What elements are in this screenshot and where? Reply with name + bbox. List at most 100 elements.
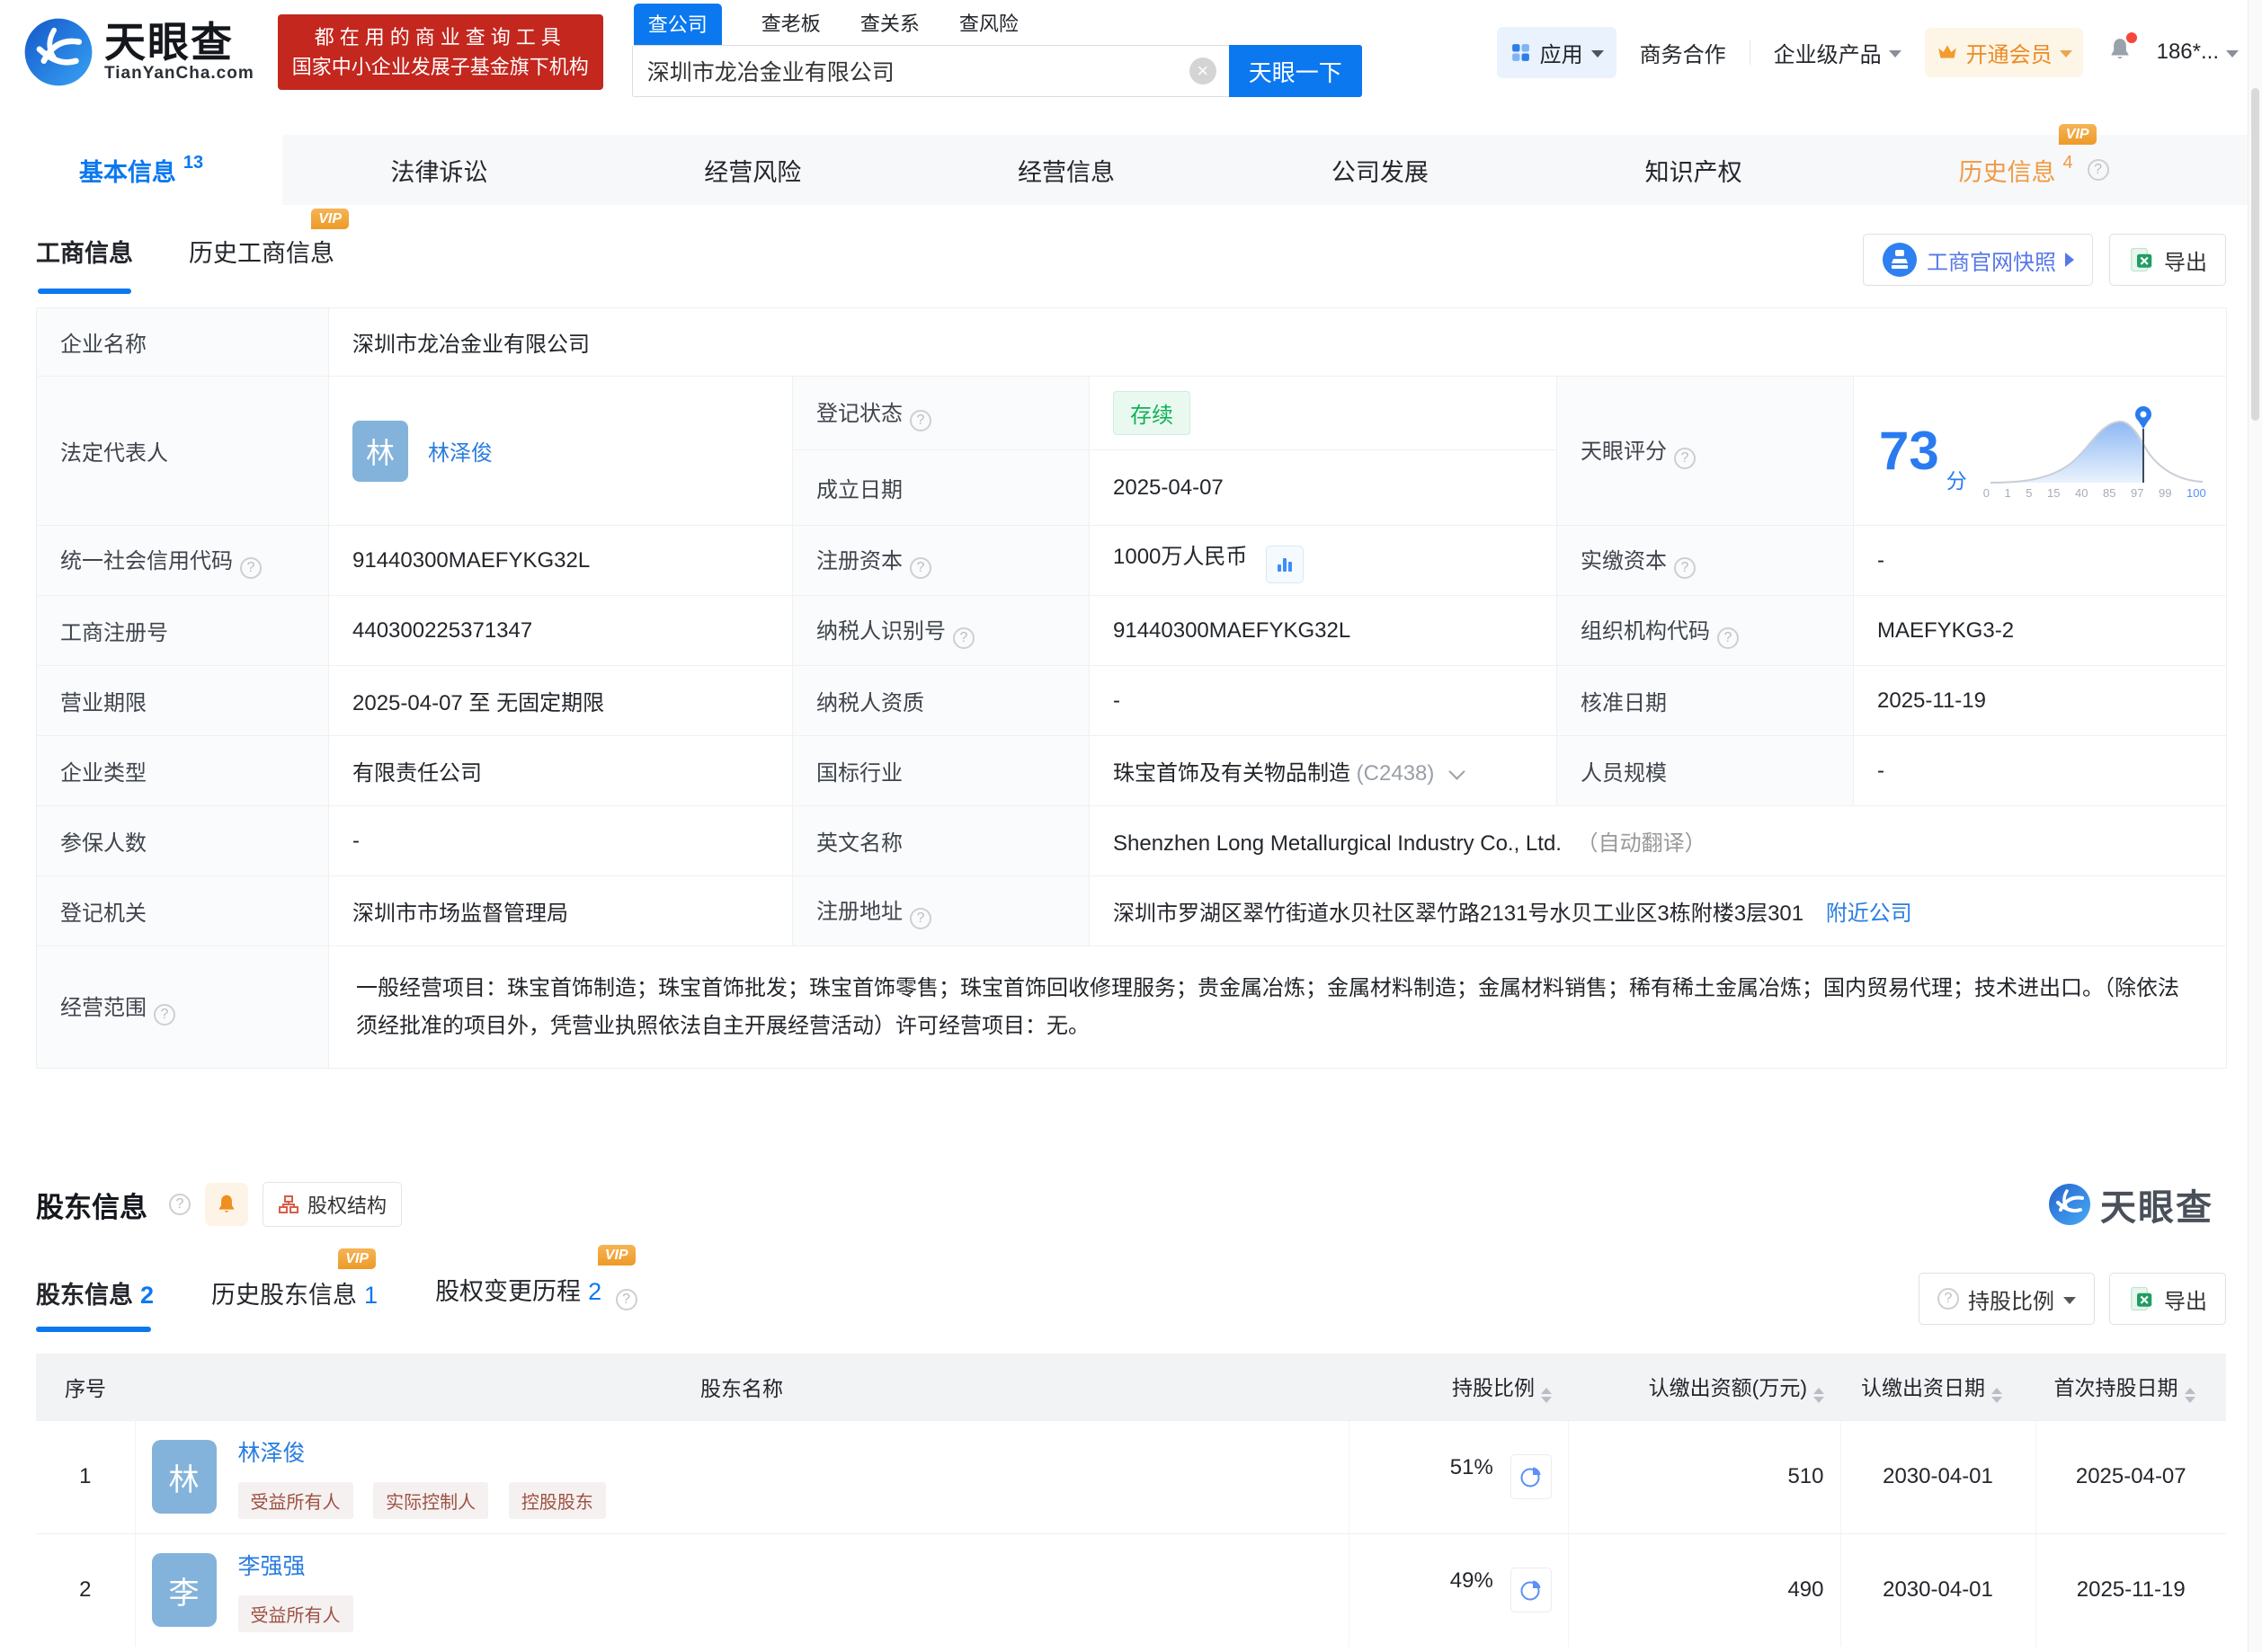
tab-history-info[interactable]: VIP 历史信息 4 xyxy=(1958,153,2108,188)
chevron-down-icon xyxy=(2060,50,2072,58)
shareholder-tag[interactable]: 控股股东 xyxy=(509,1482,606,1519)
address-value: 深圳市罗湖区翠竹街道水贝社区翠竹路2131号水贝工业区3栋附楼3层301 xyxy=(1113,901,1803,926)
pie-chart-button[interactable] xyxy=(1510,1568,1552,1612)
apps-menu-label: 应用 xyxy=(1540,37,1583,68)
reg-capital-cell: 1000万人民币 xyxy=(1090,526,1557,596)
help-icon[interactable] xyxy=(1674,448,1696,469)
help-icon[interactable] xyxy=(169,1194,191,1215)
help-icon[interactable] xyxy=(1717,627,1739,649)
help-icon[interactable] xyxy=(616,1289,637,1310)
header-amount[interactable]: 认缴出资额(万元) xyxy=(1568,1354,1840,1420)
score-distribution-chart: 01 515 4085 9799 100 xyxy=(1983,402,2210,500)
reg-capital-value: 1000万人民币 xyxy=(1113,545,1247,569)
search-tab-boss[interactable]: 查老板 xyxy=(761,8,821,45)
tab-operating-info[interactable]: 经营信息 xyxy=(1018,153,1115,188)
official-snapshot-button[interactable]: 工商官网快照 xyxy=(1863,234,2093,286)
chevron-down-icon xyxy=(1591,50,1604,58)
sort-icon[interactable] xyxy=(1813,1388,1824,1403)
export-label: 导出 xyxy=(2164,244,2207,276)
capital-chart-button[interactable] xyxy=(1266,546,1304,583)
subtab-shareholders[interactable]: 股东信息2 xyxy=(36,1275,154,1332)
scrollbar-thumb[interactable] xyxy=(2251,88,2259,421)
subscribe-date-cell: 2030-04-01 xyxy=(1840,1533,2035,1647)
shareholder-tag[interactable]: 实际控制人 xyxy=(373,1482,488,1519)
clear-search-icon[interactable]: × xyxy=(1189,58,1216,84)
equity-structure-button[interactable]: 股权结构 xyxy=(263,1182,402,1227)
legal-rep-link[interactable]: 林泽俊 xyxy=(428,435,493,466)
shareholder-name-link[interactable]: 林泽俊 xyxy=(238,1435,306,1468)
nearby-companies-link[interactable]: 附近公司 xyxy=(1826,901,1912,926)
legal-rep-label: 法定代表人 xyxy=(37,377,329,526)
help-icon[interactable] xyxy=(910,557,931,579)
tianyancha-logo[interactable]: 天眼查 TianYanCha.com xyxy=(23,17,254,87)
credit-code-label: 统一社会信用代码 xyxy=(37,526,329,596)
tab-basic-info[interactable]: 基本信息 13 xyxy=(0,135,282,205)
search-button[interactable]: 天眼一下 xyxy=(1229,45,1362,97)
sort-icon[interactable] xyxy=(1541,1388,1552,1403)
search-tab-company[interactable]: 查公司 xyxy=(634,4,722,45)
legal-rep-avatar[interactable]: 林 xyxy=(352,421,408,482)
approval-date-label: 核准日期 xyxy=(1557,666,1854,736)
tab-operating-risk[interactable]: 经营风险 xyxy=(704,153,801,188)
tab-company-development[interactable]: 公司发展 xyxy=(1331,153,1429,188)
sort-icon[interactable] xyxy=(1991,1388,2002,1403)
account-menu[interactable]: 186*... xyxy=(2157,40,2239,65)
subtab-history-business-info[interactable]: VIP 历史工商信息 xyxy=(189,234,334,269)
score-label: 天眼评分 xyxy=(1557,377,1854,526)
help-icon[interactable] xyxy=(2088,159,2109,181)
help-icon[interactable] xyxy=(240,557,262,579)
taxpayer-id-value: 91440300MAEFYKG32L xyxy=(1090,596,1557,666)
subtab-history-business-label: 历史工商信息 xyxy=(189,240,334,267)
subtab-equity-changes[interactable]: VIP 股权变更历程2 xyxy=(435,1272,637,1332)
business-scope-value: 一般经营项目：珠宝首饰制造；珠宝首饰批发；珠宝首饰零售；珠宝首饰回收修理服务；贵… xyxy=(329,946,2227,1069)
search-tab-risk[interactable]: 查风险 xyxy=(959,8,1019,45)
search-tab-relation[interactable]: 查关系 xyxy=(860,8,920,45)
open-vip-button[interactable]: 开通会员 xyxy=(1925,28,2083,77)
export-button[interactable]: 导出 xyxy=(2109,234,2226,286)
subtab-history-shareholders[interactable]: VIP 历史股东信息1 xyxy=(211,1275,378,1332)
help-icon[interactable] xyxy=(910,410,931,431)
help-icon[interactable] xyxy=(953,627,975,649)
promo-badge: 都在用的商业查询工具 国家中小企业发展子基金旗下机构 xyxy=(278,14,603,90)
header-ratio[interactable]: 持股比例 xyxy=(1349,1354,1568,1420)
row-index: 2 xyxy=(36,1533,135,1647)
first-date-cell: 2025-11-19 xyxy=(2035,1533,2226,1647)
nav-cooperation[interactable]: 商务合作 xyxy=(1640,37,1726,68)
shareholder-avatar[interactable]: 林 xyxy=(152,1440,217,1514)
pie-chart-button[interactable] xyxy=(1510,1454,1552,1499)
ratio-cell: 51% xyxy=(1349,1420,1568,1533)
header-nav: 应用 商务合作 企业级产品 开通会员 186*... xyxy=(1497,27,2239,78)
page-scrollbar[interactable] xyxy=(2248,0,2262,1652)
subtab-business-info[interactable]: 工商信息 xyxy=(36,234,133,269)
vip-badge: VIP xyxy=(338,1248,376,1269)
nav-cooperation-label: 商务合作 xyxy=(1640,37,1726,68)
ratio-filter-button[interactable]: 持股比例 xyxy=(1919,1273,2095,1325)
help-icon[interactable] xyxy=(1674,557,1696,579)
tab-intellectual-property[interactable]: 知识产权 xyxy=(1645,153,1742,188)
score-unit: 分 xyxy=(1946,464,1967,494)
sort-icon[interactable] xyxy=(2185,1388,2195,1403)
shareholder-name-link[interactable]: 李强强 xyxy=(238,1549,306,1581)
shareholder-tag[interactable]: 受益所有人 xyxy=(238,1482,353,1519)
shareholder-tag[interactable]: 受益所有人 xyxy=(238,1595,353,1632)
promo-line2: 国家中小企业发展子基金旗下机构 xyxy=(292,52,589,82)
company-info-table: 企业名称 深圳市龙冶金业有限公司 法定代表人 林 林泽俊 登记状态 存续 天眼评… xyxy=(36,307,2227,1069)
chevron-down-icon xyxy=(1889,50,1901,58)
official-snapshot-label: 工商官网快照 xyxy=(1927,244,2056,276)
search-input[interactable] xyxy=(632,45,1229,97)
help-icon[interactable] xyxy=(910,908,931,929)
logo-domain: TianYanCha.com xyxy=(104,64,254,84)
notification-bell[interactable] xyxy=(2106,36,2133,69)
monitor-bell-button[interactable] xyxy=(205,1183,248,1226)
help-icon[interactable] xyxy=(154,1004,175,1026)
header-subscribe-date[interactable]: 认缴出资日期 xyxy=(1840,1354,2035,1420)
tab-legal[interactable]: 法律诉讼 xyxy=(390,153,487,188)
header-first-date[interactable]: 首次持股日期 xyxy=(2035,1354,2226,1420)
shareholder-cell: 林 林泽俊 受益所有人 实际控制人 控股股东 xyxy=(135,1420,1349,1533)
apps-menu[interactable]: 应用 xyxy=(1497,27,1616,78)
export-button[interactable]: 导出 xyxy=(2109,1273,2226,1325)
shareholder-avatar[interactable]: 李 xyxy=(152,1553,217,1627)
chevron-down-icon[interactable] xyxy=(1448,763,1465,779)
nav-enterprise-products[interactable]: 企业级产品 xyxy=(1774,37,1901,68)
reg-status-cell: 存续 xyxy=(1090,377,1557,450)
